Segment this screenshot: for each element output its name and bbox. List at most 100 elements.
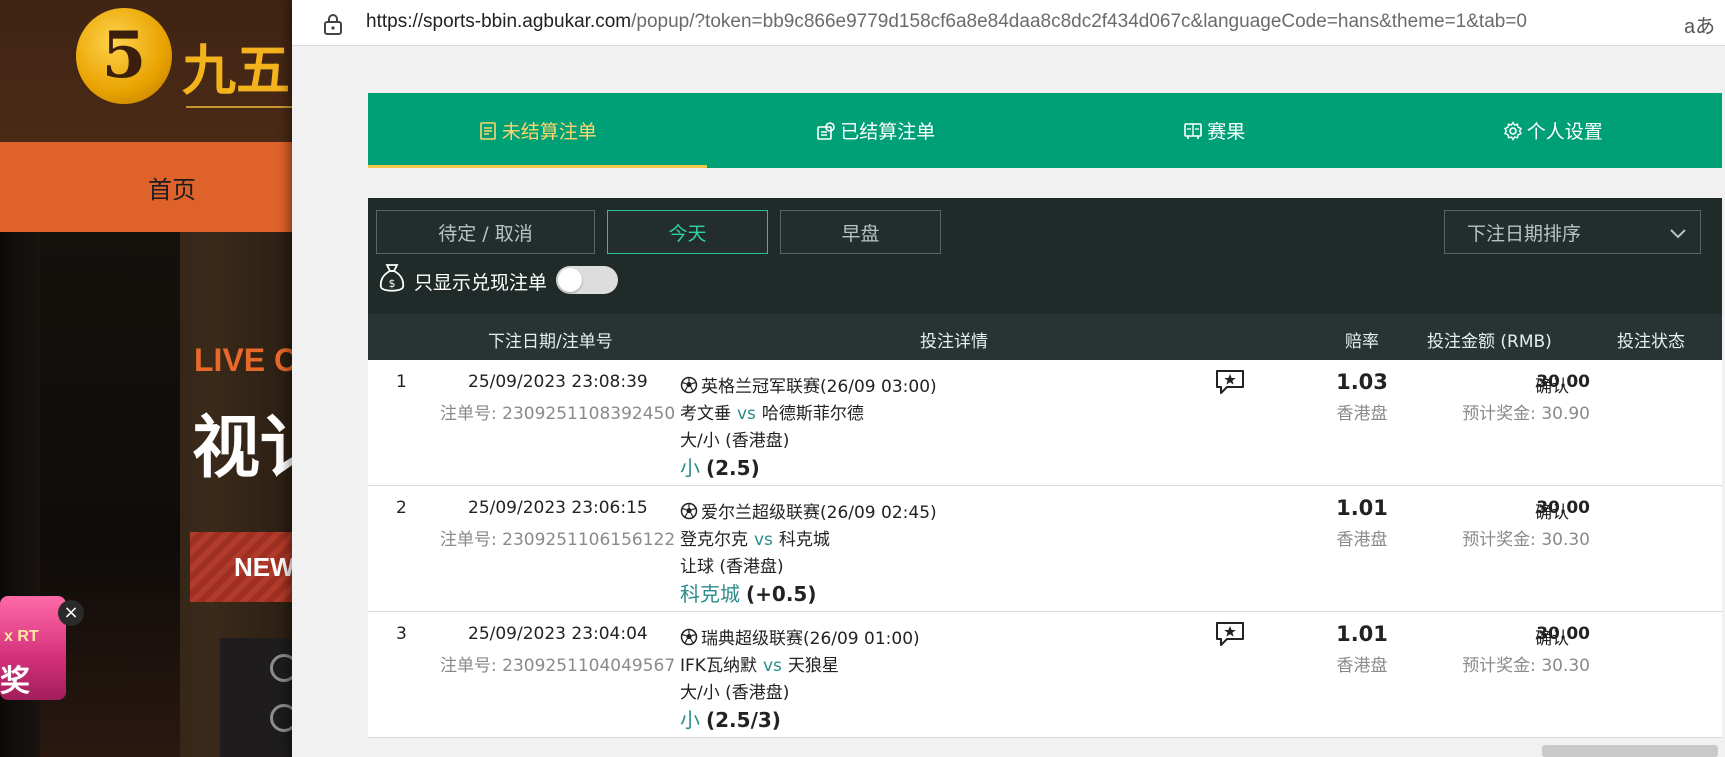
bet-date: 25/09/2023 23:06:15 — [468, 498, 648, 518]
row-index: 3 — [396, 624, 407, 644]
estimated-payout: 预计奖金: 30.30 — [1462, 656, 1590, 676]
new-games-label: NEW — [234, 552, 295, 582]
selection-name: 科克城 — [680, 582, 740, 606]
league-label: 爱尔兰超级联赛(26/09 02:45) — [701, 503, 937, 523]
money-bag-icon: $ — [379, 264, 405, 292]
cashout-only-label: 只显示兑现注单 — [414, 272, 548, 294]
tab-label: 赛果 — [1207, 121, 1246, 143]
odds-value: 1.01 — [1336, 622, 1388, 646]
away-team: 天狼星 — [787, 656, 839, 676]
league-label: 瑞典超级联赛(26/09 01:00) — [701, 629, 920, 649]
tab-label: 已结算注单 — [840, 121, 936, 143]
home-team: 考文垂 — [680, 404, 731, 424]
read-aloud-icon[interactable]: aあ — [1684, 10, 1715, 39]
bet-date: 25/09/2023 23:04:04 — [468, 624, 648, 644]
hero-live-text: LIVE C — [194, 342, 298, 378]
background-site: 5 九五 首页 LIVE C 视讠 NEW x RT 奖 × — [0, 0, 300, 757]
filter-early-button[interactable]: 早盘 — [780, 210, 941, 254]
selection-name: 小 — [680, 456, 700, 480]
filter-today-button[interactable]: 今天 — [607, 210, 768, 254]
tab-label: 未结算注单 — [501, 121, 597, 143]
odds-type: 香港盘 — [1336, 656, 1388, 676]
cashout-only-toggle[interactable] — [556, 266, 618, 294]
bet-selection: 小 (2.5) — [680, 452, 760, 481]
table-row[interactable]: 1 25/09/2023 23:08:39 注单号: 230925110839245… — [368, 360, 1722, 486]
table-header: 下注日期/注单号 投注详情 赔率 投注金额 (RMB) 投注状态 — [368, 314, 1722, 360]
soccer-ball-icon — [680, 502, 698, 519]
chevron-down-icon — [1670, 229, 1686, 239]
bet-status: 确认 — [1535, 503, 1569, 523]
market-type: 让球 (香港盘) — [680, 557, 784, 577]
scoreboard-icon — [1183, 121, 1203, 141]
ticket-number: 注单号: 2309251108392450 — [440, 404, 676, 424]
bet-tabs: 未结算注单 已结算注单 赛果 个人设置 — [368, 93, 1722, 168]
odds-type: 香港盘 — [1336, 404, 1388, 424]
tab-results[interactable]: 赛果 — [1045, 93, 1384, 168]
filter-pending-button[interactable]: 待定 / 取消 — [376, 210, 595, 254]
selection-line: (+0.5) — [746, 582, 817, 606]
sort-dropdown-label: 下注日期排序 — [1467, 222, 1582, 245]
soccer-ball-icon — [680, 628, 698, 645]
away-team: 哈德斯菲尔德 — [761, 404, 864, 424]
table-row[interactable]: 2 25/09/2023 23:06:15 注单号: 230925110615612… — [368, 486, 1722, 612]
vs-label: vs — [762, 656, 782, 676]
promo-close-button[interactable]: × — [58, 600, 84, 626]
ticket-number: 注单号: 2309251104049567 — [440, 656, 676, 676]
receipt-icon — [478, 121, 498, 141]
odds-type: 香港盘 — [1336, 530, 1388, 550]
odds-value: 1.01 — [1336, 496, 1388, 520]
league-name: 爱尔兰超级联赛(26/09 02:45) — [680, 498, 937, 523]
promo-text: 奖 — [0, 664, 30, 699]
gear-icon — [1503, 120, 1523, 141]
odds-value: 1.03 — [1336, 370, 1388, 394]
table-row[interactable]: 3 25/09/2023 23:04:04 注单号: 230925110404956… — [368, 612, 1722, 738]
bet-status: 确认 — [1535, 377, 1569, 397]
url-text[interactable]: https://sports-bbin.agbukar.com/popup/?t… — [366, 11, 1527, 33]
league-label: 英格兰冠军联赛(26/09 03:00) — [701, 377, 937, 397]
col-header-detail: 投注详情 — [920, 332, 988, 352]
col-header-odds: 赔率 — [1345, 332, 1379, 352]
match-teams: 登克尔克 vs 科克城 — [680, 525, 830, 550]
league-name: 英格兰冠军联赛(26/09 03:00) — [680, 372, 937, 397]
col-header-amount: 投注金额 (RMB) — [1427, 332, 1552, 352]
col-header-date: 下注日期/注单号 — [488, 332, 613, 352]
site-logo[interactable]: 5 — [76, 8, 172, 104]
site-logo-text: 九五 — [182, 39, 290, 102]
tab-settings[interactable]: 个人设置 — [1384, 93, 1723, 168]
estimated-payout: 预计奖金: 30.30 — [1462, 530, 1590, 550]
live-chat-icon[interactable] — [1214, 620, 1246, 648]
row-index: 2 — [396, 498, 407, 518]
sort-dropdown[interactable]: 下注日期排序 — [1444, 210, 1701, 254]
bet-table: 1 25/09/2023 23:08:39 注单号: 230925110839245… — [368, 360, 1722, 738]
filter-panel: 待定 / 取消 今天 早盘 下注日期排序 $ 只显示兑现注单 下注日期/注单号 … — [368, 198, 1722, 360]
bet-list-popup: https://sports-bbin.agbukar.com/popup/?t… — [292, 0, 1725, 757]
market-type: 大/小 (香港盘) — [680, 431, 790, 451]
lock-icon[interactable] — [322, 12, 344, 36]
svg-text:$: $ — [389, 277, 396, 290]
toggle-knob — [558, 268, 582, 292]
tab-settled[interactable]: 已结算注单 — [707, 93, 1046, 168]
tab-label: 个人设置 — [1526, 121, 1603, 143]
hero-video-text: 视讠 — [192, 409, 300, 488]
match-teams: IFK瓦纳默 vs 天狼星 — [680, 651, 839, 676]
bet-selection: 科克城 (+0.5) — [680, 578, 816, 607]
address-bar[interactable]: https://sports-bbin.agbukar.com/popup/?t… — [292, 0, 1725, 46]
settled-icon — [816, 121, 836, 141]
vs-label: vs — [754, 530, 773, 550]
soccer-ball-icon — [680, 376, 698, 393]
bet-date: 25/09/2023 23:08:39 — [468, 372, 648, 392]
ticket-number: 注单号: 2309251106156122 — [440, 530, 676, 550]
tab-unsettled[interactable]: 未结算注单 — [368, 93, 707, 168]
vs-label: vs — [737, 404, 756, 424]
nav-home-link[interactable]: 首页 — [148, 170, 196, 205]
market-type: 大/小 (香港盘) — [680, 683, 790, 703]
live-chat-icon[interactable] — [1214, 368, 1246, 396]
home-team: 登克尔克 — [680, 530, 748, 550]
away-team: 科克城 — [778, 530, 830, 550]
horizontal-scrollbar[interactable] — [1542, 745, 1718, 757]
league-name: 瑞典超级联赛(26/09 01:00) — [680, 624, 920, 649]
row-index: 1 — [396, 372, 407, 392]
match-teams: 考文垂 vs 哈德斯菲尔德 — [680, 399, 864, 424]
estimated-payout: 预计奖金: 30.90 — [1462, 404, 1590, 424]
url-path: /popup/?token=bb9c866e9779d158cf6a8e84da… — [631, 11, 1527, 32]
